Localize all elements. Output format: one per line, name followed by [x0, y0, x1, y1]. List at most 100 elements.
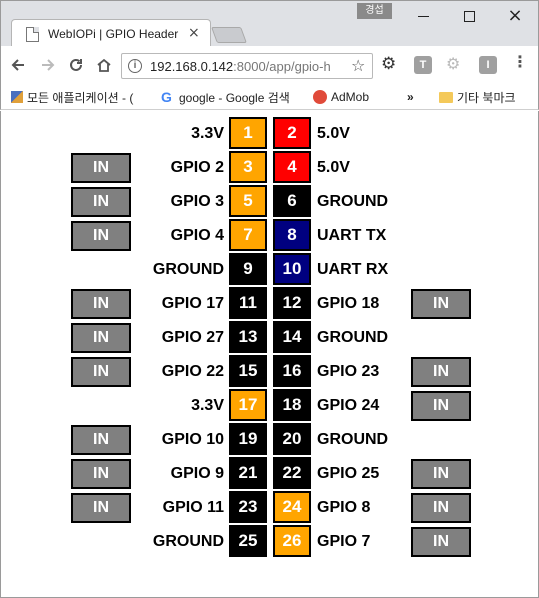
minimize-icon [417, 15, 429, 17]
maximize-button[interactable] [446, 1, 492, 31]
pin-number-17[interactable]: 17 [229, 389, 267, 421]
pin-number-24[interactable]: 24 [273, 491, 311, 523]
pin-number-23[interactable]: 23 [229, 491, 267, 523]
pin-label-left: GPIO 2 [170, 159, 224, 176]
profile-badge[interactable]: 경섭 [357, 3, 392, 19]
bookmark-other[interactable]: 기타 북마크 [439, 88, 516, 106]
pin-number-12[interactable]: 12 [273, 287, 311, 319]
direction-button-left[interactable]: IN [71, 187, 131, 217]
tab-gpio-header[interactable]: WebIOPi | GPIO Header × [11, 19, 211, 47]
pin-number-5[interactable]: 5 [229, 185, 267, 217]
pin-label-left: 3.3V [191, 397, 224, 414]
close-window-button[interactable]: × [492, 1, 538, 31]
url-text: 192.168.0.142:8000/app/gpio-h [150, 59, 346, 74]
direction-button-left[interactable]: IN [71, 153, 131, 183]
bookmark-star-icon[interactable]: ☆ [351, 56, 365, 75]
bookmarks-overflow-button[interactable]: » [407, 88, 414, 106]
pin-label-right: GPIO 24 [317, 397, 380, 414]
pin-row: IN GPIO 17 11 12 GPIO 18 IN [1, 287, 538, 321]
pin-number-20[interactable]: 20 [273, 423, 311, 455]
pin-row: GROUND 9 10 UART RX [1, 253, 538, 287]
pin-number-14[interactable]: 14 [273, 321, 311, 353]
bookmark-apps[interactable]: 모든 애플리케이션 - ( [11, 88, 133, 106]
pin-number-3[interactable]: 3 [229, 151, 267, 183]
tab-close-icon[interactable]: × [188, 25, 200, 41]
pin-label-left: GPIO 22 [161, 363, 224, 380]
pin-row: IN GPIO 2 3 4 5.0V [1, 151, 538, 185]
menu-icon[interactable]: ⋮ [512, 52, 530, 71]
bookmark-admob[interactable]: AdMob [313, 88, 369, 106]
direction-button-left[interactable]: IN [71, 459, 131, 489]
direction-button-left[interactable]: IN [71, 493, 131, 523]
pin-label-right: 5.0V [317, 159, 350, 176]
pin-number-2[interactable]: 2 [273, 117, 311, 149]
pin-row: IN GPIO 11 23 24 GPIO 8 IN [1, 491, 538, 525]
pin-number-25[interactable]: 25 [229, 525, 267, 557]
minimize-button[interactable] [400, 1, 446, 31]
reload-button[interactable] [65, 54, 87, 76]
direction-button-right[interactable]: IN [411, 459, 471, 489]
direction-button-right[interactable]: IN [411, 493, 471, 523]
pin-number-7[interactable]: 7 [229, 219, 267, 251]
direction-button-left[interactable]: IN [71, 323, 131, 353]
tab-title: WebIOPi | GPIO Header [48, 27, 179, 41]
pin-number-19[interactable]: 19 [229, 423, 267, 455]
browser-toolbar: i 192.168.0.142:8000/app/gpio-h ☆ ⚙ T ⚙ … [0, 46, 539, 84]
pin-number-10[interactable]: 10 [273, 253, 311, 285]
pin-number-26[interactable]: 26 [273, 525, 311, 557]
direction-button-right[interactable]: IN [411, 527, 471, 557]
pin-label-left: GPIO 9 [170, 465, 224, 482]
pin-number-22[interactable]: 22 [273, 457, 311, 489]
extension-i-icon[interactable]: I [479, 56, 497, 74]
direction-button-left[interactable]: IN [71, 357, 131, 387]
pin-label-left: GPIO 11 [162, 499, 224, 516]
direction-button-left[interactable]: IN [71, 289, 131, 319]
extension-cog-icon[interactable]: ⚙ [446, 54, 464, 73]
bookmarks-bar: 모든 애플리케이션 - ( Ggoogle - Google 검색 AdMob … [0, 84, 539, 110]
direction-button-left[interactable]: IN [71, 425, 131, 455]
direction-button-right[interactable]: IN [411, 357, 471, 387]
pin-number-13[interactable]: 13 [229, 321, 267, 353]
pin-number-11[interactable]: 11 [229, 287, 267, 319]
pin-label-right: UART TX [317, 227, 387, 244]
pin-label-right: GPIO 23 [317, 363, 380, 380]
maximize-icon [463, 10, 475, 22]
pin-row: IN GPIO 9 21 22 GPIO 25 IN [1, 457, 538, 491]
gpio-header-page: 3.3V 1 2 5.0V IN GPIO 2 3 4 5.0V IN GPIO 3 5 6 GROUND… [0, 111, 539, 598]
pin-number-8[interactable]: 8 [273, 219, 311, 251]
pin-number-1[interactable]: 1 [229, 117, 267, 149]
direction-button-left[interactable]: IN [71, 221, 131, 251]
pin-number-21[interactable]: 21 [229, 457, 267, 489]
direction-button-right[interactable]: IN [411, 289, 471, 319]
back-button[interactable] [7, 54, 29, 76]
forward-arrow-icon [42, 59, 55, 71]
url-path: :8000/app/gpio-h [233, 59, 331, 74]
google-icon: G [161, 89, 172, 105]
address-bar[interactable]: i 192.168.0.142:8000/app/gpio-h ☆ [121, 53, 373, 79]
direction-button-right[interactable]: IN [411, 391, 471, 421]
pin-row: 3.3V 17 18 GPIO 24 IN [1, 389, 538, 423]
pin-row: IN GPIO 10 19 20 GROUND [1, 423, 538, 457]
pin-number-6[interactable]: 6 [273, 185, 311, 217]
home-button[interactable] [93, 54, 115, 76]
reload-icon [70, 58, 82, 71]
close-icon: × [507, 5, 523, 26]
pin-number-18[interactable]: 18 [273, 389, 311, 421]
pin-row: IN GPIO 27 13 14 GROUND [1, 321, 538, 355]
pin-label-right: UART RX [317, 261, 389, 278]
bookmark-google-label: google - Google 검색 [179, 90, 290, 105]
pin-number-4[interactable]: 4 [273, 151, 311, 183]
new-tab-button[interactable] [211, 27, 247, 43]
back-arrow-icon [11, 59, 24, 71]
extension-t-icon[interactable]: T [414, 56, 432, 74]
bookmark-google[interactable]: Ggoogle - Google 검색 [161, 88, 290, 106]
pin-number-9[interactable]: 9 [229, 253, 267, 285]
pin-number-15[interactable]: 15 [229, 355, 267, 387]
info-icon[interactable]: i [128, 59, 142, 73]
extension-gear-icon[interactable]: ⚙ [381, 54, 399, 74]
pin-number-16[interactable]: 16 [273, 355, 311, 387]
pin-row: IN GPIO 3 5 6 GROUND [1, 185, 538, 219]
pin-label-right: GROUND [317, 193, 389, 210]
forward-button[interactable] [37, 54, 59, 76]
pin-row: IN GPIO 4 7 8 UART TX [1, 219, 538, 253]
